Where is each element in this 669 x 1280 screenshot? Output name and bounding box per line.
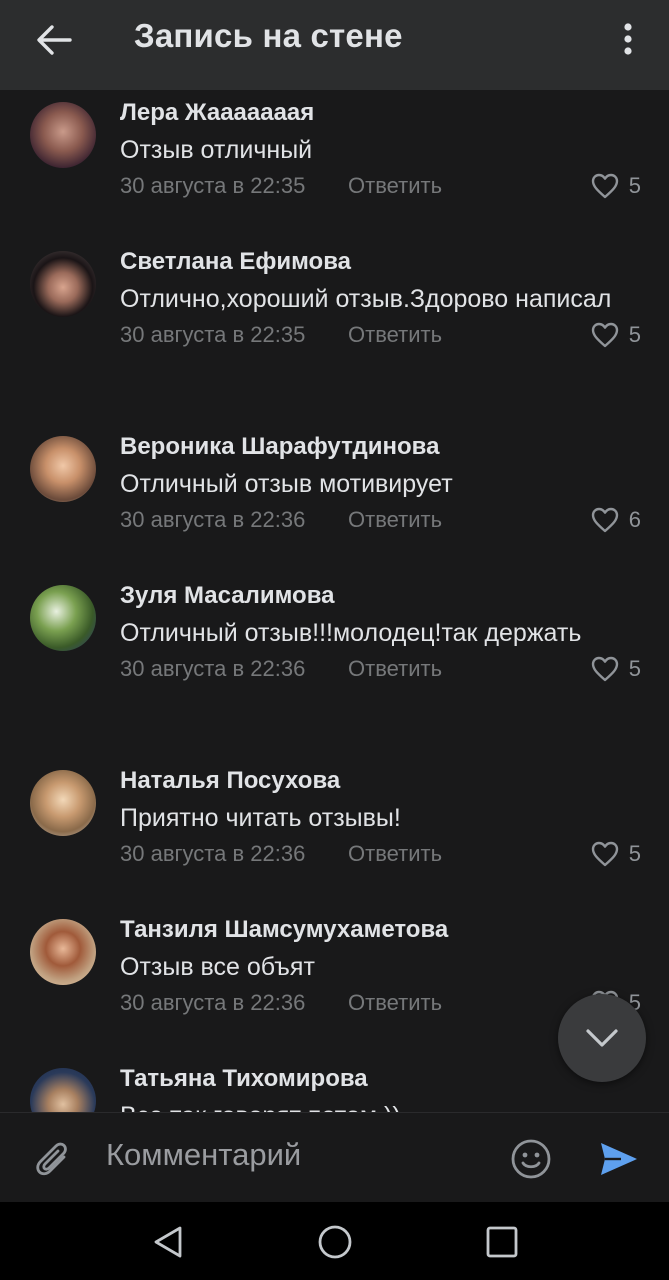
comment-date: 30 августа в 22:36 <box>120 990 306 1015</box>
heart-icon <box>591 656 618 682</box>
scroll-down-button[interactable] <box>558 994 646 1082</box>
avatar[interactable] <box>30 1068 96 1112</box>
comment-text: Все так говорят потом )) <box>120 1098 641 1112</box>
avatar[interactable] <box>30 436 96 502</box>
heart-icon <box>591 322 618 348</box>
like-button[interactable]: 5 <box>591 836 641 872</box>
more-vertical-icon[interactable] <box>616 20 640 60</box>
smile-icon[interactable] <box>509 1137 553 1181</box>
avatar[interactable] <box>30 585 96 651</box>
heart-icon <box>591 841 618 867</box>
comment-date: 30 августа в 22:36 <box>120 507 306 532</box>
send-icon[interactable] <box>597 1137 641 1181</box>
like-button[interactable]: 5 <box>591 317 641 353</box>
heart-icon <box>591 173 618 199</box>
reply-button[interactable]: Ответить <box>348 836 442 872</box>
nav-back-triangle-icon[interactable] <box>148 1222 188 1262</box>
comment-date: 30 августа в 22:35 <box>120 322 306 347</box>
page-title: Запись на стене <box>134 17 403 54</box>
avatar[interactable] <box>30 919 96 985</box>
like-button[interactable]: 6 <box>591 502 641 538</box>
heart-icon <box>591 507 618 533</box>
nav-home-circle-icon[interactable] <box>315 1222 355 1262</box>
like-button[interactable]: 5 <box>591 651 641 687</box>
comment-text: Отлично,хороший отзыв.Здорово написал <box>120 285 612 313</box>
like-count: 5 <box>628 841 641 866</box>
arrow-left-icon[interactable] <box>34 22 74 58</box>
comment-author[interactable]: Наталья Посухова <box>120 765 641 797</box>
nav-recents-square-icon[interactable] <box>482 1222 522 1262</box>
like-count: 5 <box>628 322 641 347</box>
comment-date: 30 августа в 22:36 <box>120 656 306 681</box>
comment-text: Отзыв все объят <box>120 953 315 981</box>
app-bar: Запись на стене <box>0 0 669 90</box>
comment-input[interactable]: Комментарий <box>106 1137 301 1173</box>
comment-composer: Комментарий <box>0 1112 669 1203</box>
reply-button[interactable]: Ответить <box>348 985 442 1021</box>
comment-author[interactable]: Зуля Масалимова <box>120 580 641 612</box>
comment-author[interactable]: Татьяна Тихомирова <box>120 1063 641 1095</box>
like-count: 5 <box>628 656 641 681</box>
avatar[interactable] <box>30 251 96 317</box>
reply-button[interactable]: Ответить <box>348 317 442 353</box>
comment-text: Отличный отзыв мотивирует <box>120 470 453 498</box>
like-count: 5 <box>628 173 641 198</box>
comment-author[interactable]: Танзиля Шамсумухаметова <box>120 914 641 946</box>
comment-author[interactable]: Светлана Ефимова <box>120 246 641 278</box>
comment-text: Приятно читать отзывы! <box>120 804 401 832</box>
comment-date: 30 августа в 22:35 <box>120 173 306 198</box>
comment-author[interactable]: Лера Жааааааая <box>120 97 641 129</box>
comment-date: 30 августа в 22:36 <box>120 841 306 866</box>
comment-author[interactable]: Вероника Шарафутдинова <box>120 431 641 463</box>
system-nav-bar <box>0 1202 669 1280</box>
avatar[interactable] <box>30 102 96 168</box>
comment-text: Отличный отзыв!!!молодец!так держать <box>120 619 582 647</box>
comment-text: Отзыв отличный <box>120 136 313 164</box>
paperclip-icon[interactable] <box>32 1137 72 1181</box>
reply-button[interactable]: Ответить <box>348 651 442 687</box>
chevron-down-icon <box>586 1029 618 1047</box>
avatar[interactable] <box>30 770 96 836</box>
reply-button[interactable]: Ответить <box>348 502 442 538</box>
like-button[interactable]: 5 <box>591 168 641 204</box>
reply-button[interactable]: Ответить <box>348 168 442 204</box>
like-count: 6 <box>628 507 641 532</box>
comments-feed[interactable]: Лера Жааааааая Отзыв отличный 30 августа… <box>0 90 669 1112</box>
